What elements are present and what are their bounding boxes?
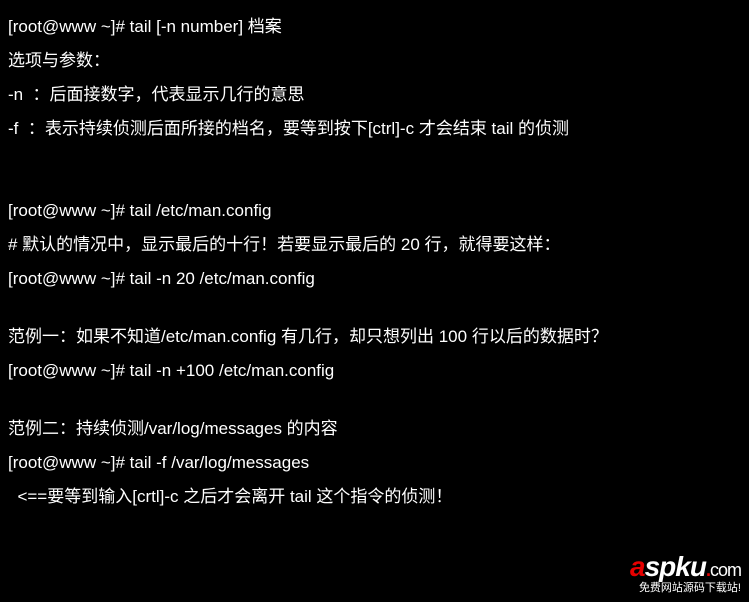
terminal-line: # 默认的情况中，显示最后的十行！若要显示最后的 20 行，就得要这样：	[8, 228, 741, 262]
terminal-line: 选项与参数：	[8, 44, 741, 78]
terminal-line: [root@www ~]# tail -n 20 /etc/man.config	[8, 262, 741, 296]
terminal-line: [root@www ~]# tail -n +100 /etc/man.conf…	[8, 354, 741, 388]
terminal-line: 范例一：如果不知道/etc/man.config 有几行，却只想列出 100 行…	[8, 320, 741, 354]
blank-line	[8, 388, 741, 412]
blank-line	[8, 146, 741, 170]
blank-line	[8, 296, 741, 320]
terminal-line: 范例二：持续侦测/var/log/messages 的内容	[8, 412, 741, 446]
terminal-line: [root@www ~]# tail [-n number] 档案	[8, 10, 741, 44]
terminal-line: [root@www ~]# tail /etc/man.config	[8, 194, 741, 228]
terminal-line: [root@www ~]# tail -f /var/log/messages	[8, 446, 741, 480]
blank-line	[8, 170, 741, 194]
terminal-line: -f ：表示持续侦测后面所接的档名，要等到按下[ctrl]-c 才会结束 tai…	[8, 112, 741, 146]
watermark-letters-spku: spku	[645, 551, 706, 582]
terminal-output: [root@www ~]# tail [-n number] 档案 选项与参数：…	[0, 0, 749, 524]
watermark-letter-a: a	[630, 551, 645, 582]
terminal-line: -n ：后面接数字，代表显示几行的意思	[8, 78, 741, 112]
watermark-brand: aspku.com	[630, 553, 741, 581]
watermark-tagline: 免费网站源码下载站!	[630, 583, 741, 594]
terminal-line: <==要等到输入[crtl]-c 之后才会离开 tail 这个指令的侦测！	[8, 480, 741, 514]
watermark-com: com	[710, 560, 741, 580]
watermark-logo: aspku.com 免费网站源码下载站!	[630, 553, 741, 594]
